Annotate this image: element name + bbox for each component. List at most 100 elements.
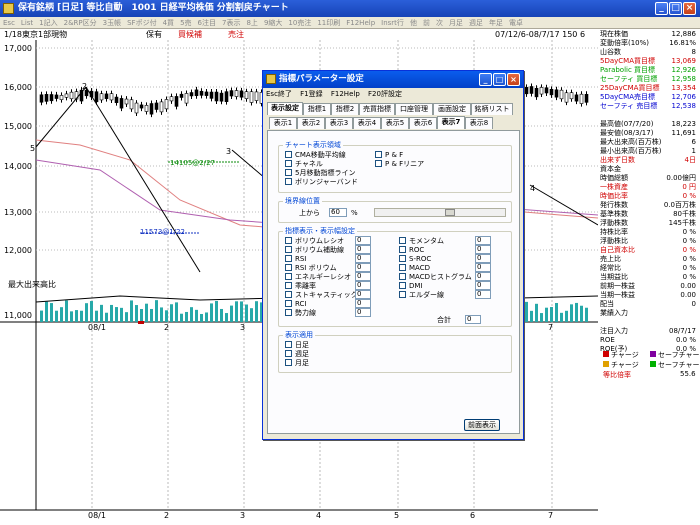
menu-item[interactable]: 月足 <box>446 17 466 28</box>
indicator-width-input[interactable]: 0 <box>355 272 371 281</box>
indicator-width-input[interactable]: 0 <box>355 281 371 290</box>
menu-item[interactable]: 10売注 <box>285 17 314 28</box>
indicator-checkbox[interactable]: RSI ボリウム <box>285 264 337 273</box>
checkbox-bollinger[interactable]: ボリンジャーバンド <box>285 178 358 187</box>
tab-display-settings[interactable]: 表示設定 <box>267 102 303 115</box>
indicator-width-input[interactable]: 0 <box>355 308 371 317</box>
checkbox-pf[interactable]: P & F <box>375 151 403 160</box>
tab-indicator2[interactable]: 指標2 <box>331 103 359 115</box>
minimize-button[interactable]: _ <box>655 2 668 15</box>
tab-indicator1[interactable]: 指標1 <box>303 103 331 115</box>
checkbox-pf-linear[interactable]: P & Fリニア <box>375 160 424 169</box>
indicator-checkbox[interactable]: 乖離率 <box>285 282 316 291</box>
dialog-maximize-button[interactable]: □ <box>493 73 506 86</box>
indicator-checkbox[interactable]: 勢力線 <box>285 309 316 318</box>
indicator-width-input[interactable]: 0 <box>475 245 491 254</box>
tab-view7[interactable]: 表示7 <box>437 116 465 129</box>
tab-view2[interactable]: 表示2 <box>297 117 325 129</box>
menu-item[interactable]: 8上 <box>243 17 260 28</box>
checkbox-5month-line[interactable]: 5月移動指標ライン <box>285 169 355 178</box>
tab-account[interactable]: 口座管理 <box>395 103 433 115</box>
tab-view8[interactable]: 表示8 <box>465 117 493 129</box>
checkbox-daily[interactable]: 日足 <box>285 341 309 350</box>
menu-item[interactable]: 5売 <box>177 17 194 28</box>
tab-stock-list[interactable]: 銘柄リスト <box>471 103 513 115</box>
indicator-width-input[interactable]: 0 <box>475 236 491 245</box>
indicator-width-input[interactable]: 0 <box>355 299 371 308</box>
menu-item[interactable]: 3玉帳 <box>100 17 124 28</box>
indicator-width-input[interactable]: 0 <box>475 263 491 272</box>
menu-help[interactable]: F12Help <box>328 88 363 100</box>
tab-trade-indicator[interactable]: 売買指標 <box>359 103 395 115</box>
menu-item[interactable]: List <box>18 17 36 28</box>
maximize-button[interactable]: □ <box>669 2 682 15</box>
wave-label: 4 <box>530 184 536 193</box>
indicator-checkbox[interactable]: DMI <box>399 282 423 291</box>
checkbox-cma[interactable]: CMA移動平均線 <box>285 151 346 160</box>
menu-item[interactable]: 6注目 <box>195 17 219 28</box>
indicator-checkbox[interactable]: ROC <box>399 246 424 255</box>
dialog-close-button[interactable]: × <box>507 73 520 86</box>
menu-item[interactable]: 次 <box>433 17 446 28</box>
indicator-checkbox[interactable]: エネルギーレシオ <box>285 273 351 282</box>
indicator-checkbox[interactable]: モメンタム <box>399 237 444 246</box>
dialog-minimize-button[interactable]: _ <box>479 73 492 86</box>
indicator-checkbox[interactable]: MACDヒストグラム <box>399 273 472 282</box>
candle-body <box>574 94 579 102</box>
checkbox-weekly[interactable]: 週足 <box>285 350 309 359</box>
menu-item[interactable]: 前 <box>420 17 433 28</box>
checkbox-monthly[interactable]: 月足 <box>285 359 309 368</box>
indicator-width-input[interactable]: 0 <box>475 281 491 290</box>
candle-body <box>204 91 209 96</box>
indicator-checkbox[interactable]: RCI <box>285 300 306 309</box>
indicator-width-input[interactable]: 0 <box>475 254 491 263</box>
indicator-checkbox[interactable]: ストキャスティック <box>285 291 358 300</box>
menu-item[interactable]: 他 <box>407 17 420 28</box>
tab-view6[interactable]: 表示6 <box>409 117 437 129</box>
menu-item[interactable]: 9縮大 <box>261 17 285 28</box>
close-button[interactable]: × <box>683 2 696 15</box>
menu-item[interactable]: Insrt行 <box>378 17 407 28</box>
checkbox-channel[interactable]: チャネル <box>285 160 323 169</box>
menu-item[interactable]: 週足 <box>466 17 486 28</box>
menu-item[interactable]: Esc <box>0 17 18 28</box>
menu-item[interactable]: 電卓 <box>506 17 526 28</box>
menu-item[interactable]: 2&RP区分 <box>61 17 100 28</box>
indicator-checkbox[interactable]: S-ROC <box>399 255 431 264</box>
stat-label: 売上比 <box>600 255 621 263</box>
menu-item[interactable]: 4買 <box>160 17 177 28</box>
indicator-checkbox[interactable]: エルダー線 <box>399 291 444 300</box>
indicator-width-input[interactable]: 0 <box>475 290 491 299</box>
bring-to-front-button[interactable]: 前面表示 <box>464 419 500 431</box>
menu-settings[interactable]: F20評設定 <box>365 88 405 100</box>
indicator-width-input[interactable]: 0 <box>355 236 371 245</box>
indicator-width-input[interactable]: 0 <box>355 263 371 272</box>
indicator-width-input[interactable]: 0 <box>355 245 371 254</box>
tab-screen[interactable]: 画面設定 <box>433 103 471 115</box>
slider-thumb[interactable] <box>445 209 455 216</box>
menu-item[interactable]: 7表示 <box>219 17 243 28</box>
indicator-checkbox[interactable]: ボリウム補助線 <box>285 246 344 255</box>
candle-body <box>39 94 44 103</box>
tab-view5[interactable]: 表示5 <box>381 117 409 129</box>
menu-esc[interactable]: Esc終了 <box>263 88 295 100</box>
menu-register[interactable]: F1登録 <box>297 88 325 100</box>
indicator-width-input[interactable]: 0 <box>355 290 371 299</box>
indicator-width-input[interactable]: 0 <box>355 254 371 263</box>
menu-item[interactable]: F12Help <box>343 17 378 28</box>
menu-item[interactable]: 1記入 <box>36 17 60 28</box>
indicator-width-input[interactable]: 0 <box>475 272 491 281</box>
menu-item[interactable]: 年足 <box>486 17 506 28</box>
indicator-checkbox[interactable]: MACD <box>399 264 430 273</box>
indicator-checkbox[interactable]: ボリウムレシオ <box>285 237 344 246</box>
menu-item[interactable]: 11印刷 <box>314 17 343 28</box>
border-slider[interactable] <box>374 208 506 217</box>
volume-bar <box>185 311 188 322</box>
tab-view3[interactable]: 表示3 <box>325 117 353 129</box>
border-position-input[interactable]: 60 <box>329 208 347 217</box>
tab-view1[interactable]: 表示1 <box>269 117 297 129</box>
indicator-checkbox[interactable]: RSI <box>285 255 306 264</box>
tab-view4[interactable]: 表示4 <box>353 117 381 129</box>
menu-item[interactable]: SFポジ付 <box>124 17 159 28</box>
total-input[interactable]: 0 <box>465 315 481 324</box>
